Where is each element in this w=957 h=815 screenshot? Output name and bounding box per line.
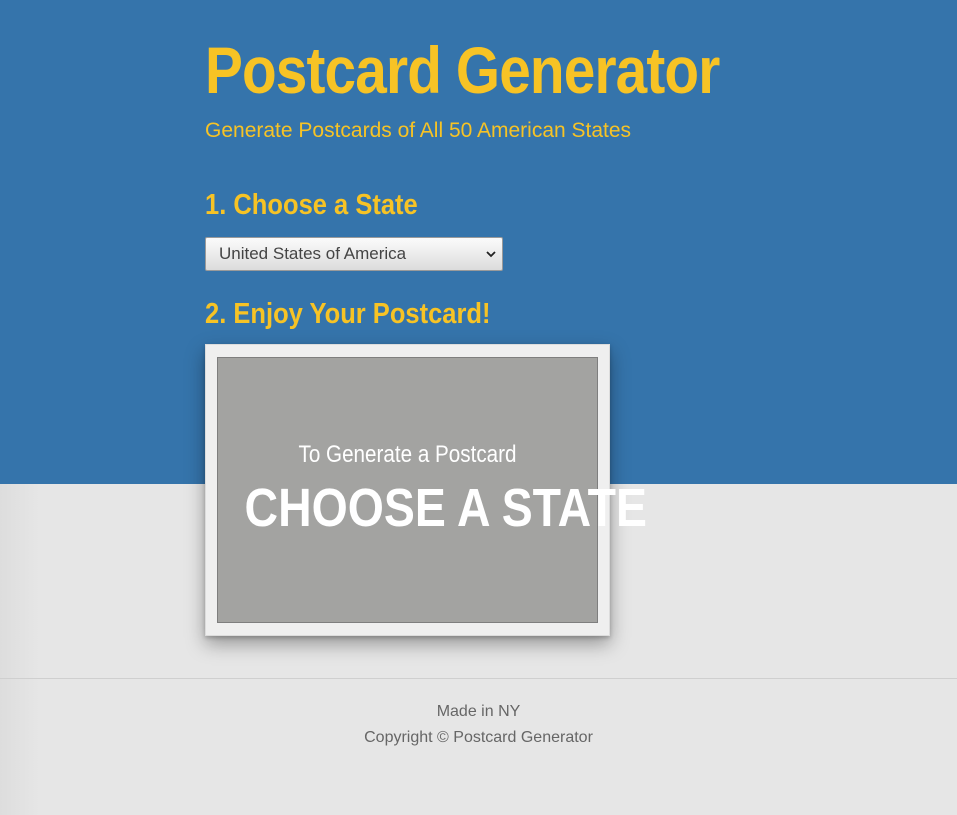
postcard-headline: CHOOSE A STATE — [244, 478, 648, 538]
postcard-image: To Generate a Postcard CHOOSE A STATE — [217, 357, 648, 623]
chevron-down-icon — [480, 237, 502, 271]
state-select-value: United States of America — [219, 244, 407, 263]
footer-copyright: Copyright © Postcard Generator — [364, 729, 593, 746]
page-title: Postcard Generator — [205, 33, 720, 107]
page-subtitle: Generate Postcards of All 50 American St… — [205, 119, 632, 142]
step-enjoy-postcard-heading: 2. Enjoy Your Postcard! — [205, 298, 491, 330]
postcard-instruction: To Generate a Postcard — [298, 441, 517, 468]
postcard: To Generate a Postcard CHOOSE A STATE — [205, 344, 648, 636]
footer-divider — [0, 678, 957, 679]
step-choose-state-heading: 1. Choose a State — [205, 189, 418, 221]
footer-made-in: Made in NY — [436, 703, 521, 720]
state-select[interactable]: United States of America — [205, 237, 503, 271]
